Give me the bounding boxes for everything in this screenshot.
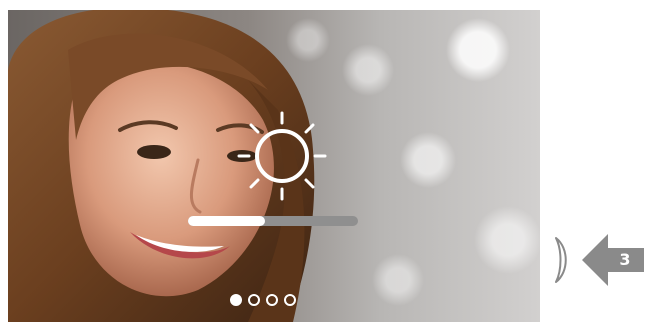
diagram-stage: 3 bbox=[0, 0, 646, 327]
page-indicator bbox=[230, 294, 296, 306]
bracket-icon bbox=[555, 237, 567, 283]
device-screen bbox=[8, 10, 540, 322]
page-dot-3[interactable] bbox=[266, 294, 278, 306]
brightness-slider-fill bbox=[188, 216, 265, 226]
callout-number: 3 bbox=[619, 250, 631, 269]
page-dot-2[interactable] bbox=[248, 294, 260, 306]
sun-icon bbox=[237, 111, 327, 201]
bracket-shape bbox=[555, 237, 567, 283]
page-dot-1[interactable] bbox=[230, 294, 242, 306]
page-dot-4[interactable] bbox=[284, 294, 296, 306]
brightness-slider[interactable] bbox=[188, 216, 358, 226]
